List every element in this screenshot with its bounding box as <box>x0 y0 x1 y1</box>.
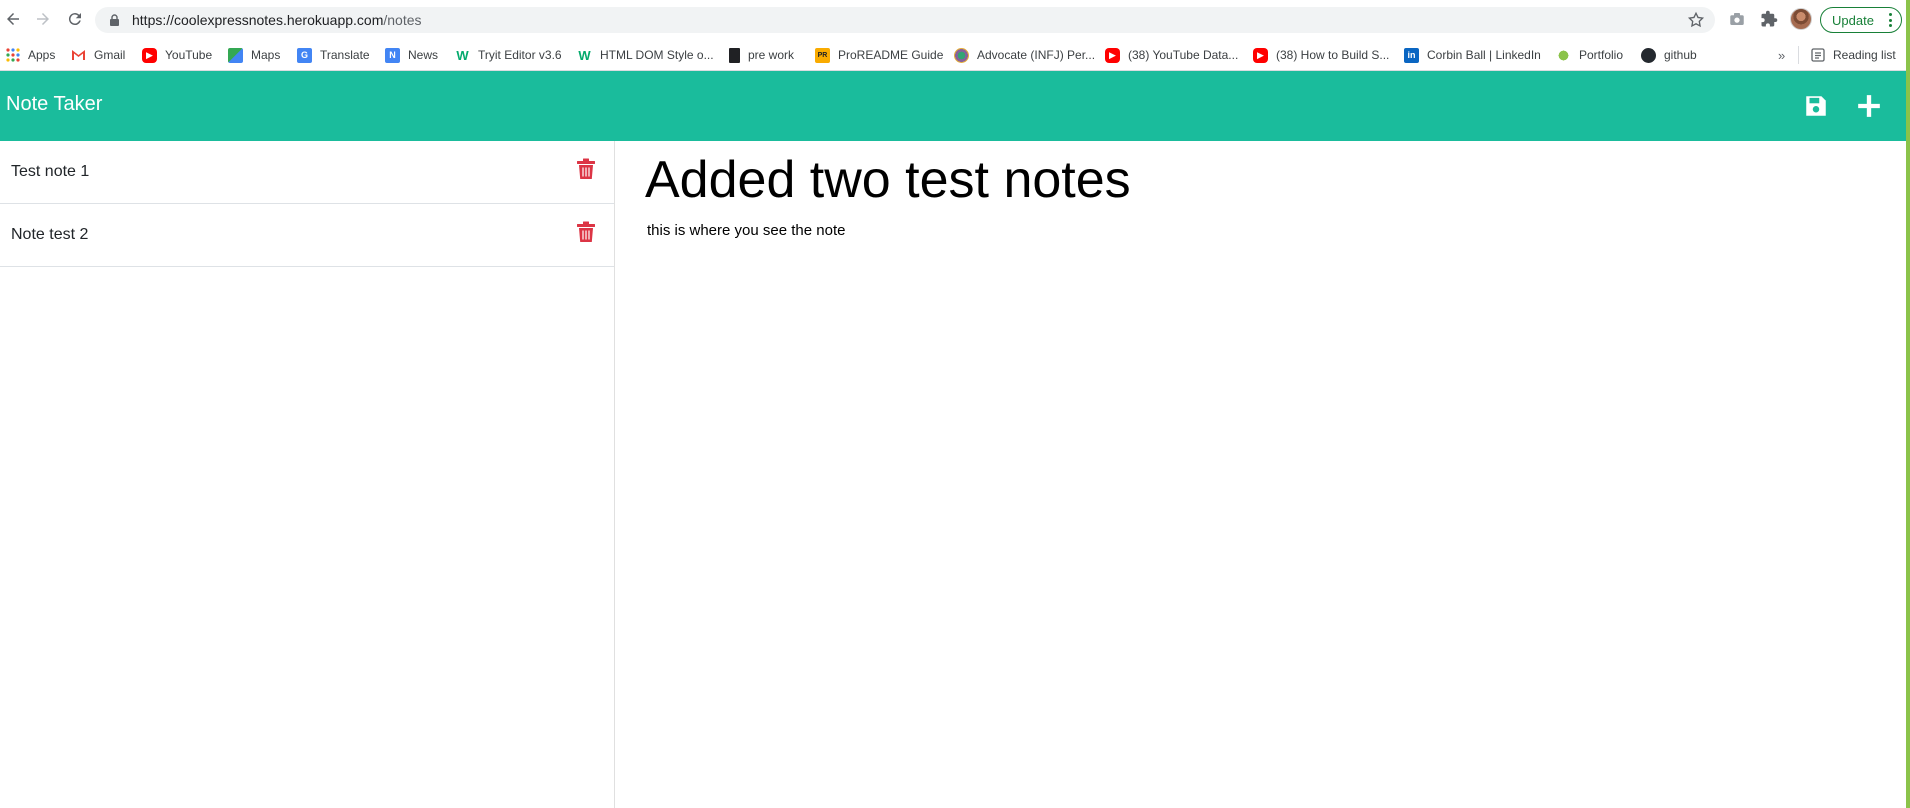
bookmark-news[interactable]: N News <box>385 39 438 71</box>
bookmark-how-to-build[interactable]: ▶ (38) How to Build S... <box>1253 39 1389 71</box>
reload-icon <box>68 13 81 26</box>
bookmark-html-dom-style[interactable]: W HTML DOM Style o... <box>577 39 714 71</box>
w3schools-icon: W <box>578 47 591 63</box>
linkedin-icon: in <box>1404 47 1419 63</box>
note-item-title: Test note 1 <box>11 163 90 180</box>
bookmark-label: Corbin Ball | LinkedIn <box>1427 48 1541 62</box>
floppy-disk-icon[interactable] <box>1803 93 1829 119</box>
extensions-puzzle-icon[interactable] <box>1760 10 1778 28</box>
reading-list-button[interactable]: Reading list <box>1810 39 1896 71</box>
bookmark-youtube[interactable]: ▶ YouTube <box>142 39 212 71</box>
bookmark-proreadme[interactable]: PR ProREADME Guide <box>815 39 943 71</box>
trash-icon[interactable] <box>576 221 596 243</box>
bookmarks-divider <box>1798 46 1799 64</box>
portfolio-icon <box>1556 47 1571 63</box>
app-navbar: Note Taker <box>0 71 1906 141</box>
forward-button[interactable] <box>32 8 54 30</box>
bookmark-label: Apps <box>28 48 56 62</box>
bookmark-label: pre work <box>748 48 795 62</box>
proreadme-icon: PR <box>815 47 830 63</box>
news-icon: N <box>385 47 400 63</box>
youtube-icon: ▶ <box>1253 47 1268 63</box>
update-button[interactable]: Update <box>1820 7 1902 33</box>
update-label: Update <box>1832 12 1874 28</box>
bookmark-label: YouTube <box>165 48 213 62</box>
address-bar[interactable]: https://coolexpressnotes.herokuapp.com/n… <box>95 7 1715 33</box>
w3schools-icon: W <box>456 47 469 63</box>
reload-button[interactable] <box>64 8 86 30</box>
bookmark-tryit-editor[interactable]: W Tryit Editor v3.6 <box>455 39 562 71</box>
more-bookmarks-chevron[interactable]: » <box>1778 48 1785 63</box>
bookmark-advocate-infj[interactable]: Advocate (INFJ) Per... <box>954 39 1095 71</box>
back-button[interactable] <box>2 8 24 30</box>
url-path: /notes <box>383 12 422 28</box>
bookmark-label: ProREADME Guide <box>838 48 944 62</box>
bookmark-label: Portfolio <box>1579 48 1624 62</box>
bookmark-label: Maps <box>251 48 281 62</box>
trash-icon[interactable] <box>576 158 596 180</box>
star-icon[interactable] <box>1687 11 1705 29</box>
kebab-menu-icon <box>1889 13 1892 27</box>
book-icon <box>729 47 740 63</box>
translate-icon: G <box>297 47 312 63</box>
bookmark-label: Translate <box>320 48 370 62</box>
gmail-icon <box>71 48 86 63</box>
bookmark-maps[interactable]: Maps <box>228 39 280 71</box>
browser-toolbar: https://coolexpressnotes.herokuapp.com/n… <box>0 0 1910 39</box>
reading-list-icon <box>1810 48 1825 63</box>
arrow-left-icon <box>7 13 19 25</box>
bookmark-apps[interactable]: Apps <box>5 39 55 71</box>
bookmark-gmail[interactable]: Gmail <box>71 39 125 71</box>
bookmark-label: (38) YouTube Data... <box>1128 48 1239 62</box>
bookmark-youtube-data[interactable]: ▶ (38) YouTube Data... <box>1105 39 1238 71</box>
app-title[interactable]: Note Taker <box>6 93 102 116</box>
github-icon <box>1641 47 1656 63</box>
bookmark-pre-work[interactable]: pre work <box>729 39 794 71</box>
lock-icon <box>110 14 119 26</box>
bookmark-label: github <box>1664 48 1697 62</box>
bookmark-translate[interactable]: G Translate <box>297 39 370 71</box>
note-list-item[interactable]: Note test 2 <box>0 204 614 267</box>
maps-icon <box>228 47 243 63</box>
bookmark-label: HTML DOM Style o... <box>600 48 714 62</box>
camera-icon[interactable] <box>1728 10 1746 28</box>
bookmark-portfolio[interactable]: Portfolio <box>1556 39 1623 71</box>
note-list-item[interactable]: Test note 1 <box>0 141 614 204</box>
note-title-input[interactable] <box>645 147 1885 213</box>
note-item-title: Note test 2 <box>11 226 89 243</box>
16personalities-icon <box>954 47 969 63</box>
apps-grid-icon <box>5 48 20 63</box>
note-textarea[interactable]: this is where you see the note <box>647 222 1887 722</box>
bookmarks-bar: Apps Gmail ▶ YouTube Maps G Translate N … <box>0 39 1910 71</box>
bookmark-label: News <box>408 48 439 62</box>
note-editor: this is where you see the note <box>615 141 1906 808</box>
bookmark-label: Gmail <box>94 48 126 62</box>
notes-sidebar: Test note 1 Note test 2 <box>0 141 615 808</box>
bookmark-label: Advocate (INFJ) Per... <box>977 48 1096 62</box>
bookmark-label: (38) How to Build S... <box>1276 48 1390 62</box>
window-edge-strip <box>1906 0 1910 808</box>
reading-list-label: Reading list <box>1833 48 1896 62</box>
profile-avatar[interactable] <box>1790 8 1812 30</box>
url-host: https://coolexpressnotes.herokuapp.com <box>132 12 384 28</box>
plus-icon[interactable] <box>1856 93 1882 119</box>
youtube-icon: ▶ <box>1105 47 1120 63</box>
bookmark-label: Tryit Editor v3.6 <box>478 48 562 62</box>
url-text: https://coolexpressnotes.herokuapp.com/n… <box>132 12 422 28</box>
bookmark-linkedin[interactable]: in Corbin Ball | LinkedIn <box>1404 39 1541 71</box>
youtube-icon: ▶ <box>142 47 157 63</box>
arrow-right-icon <box>37 13 49 25</box>
bookmark-github[interactable]: github <box>1641 39 1697 71</box>
